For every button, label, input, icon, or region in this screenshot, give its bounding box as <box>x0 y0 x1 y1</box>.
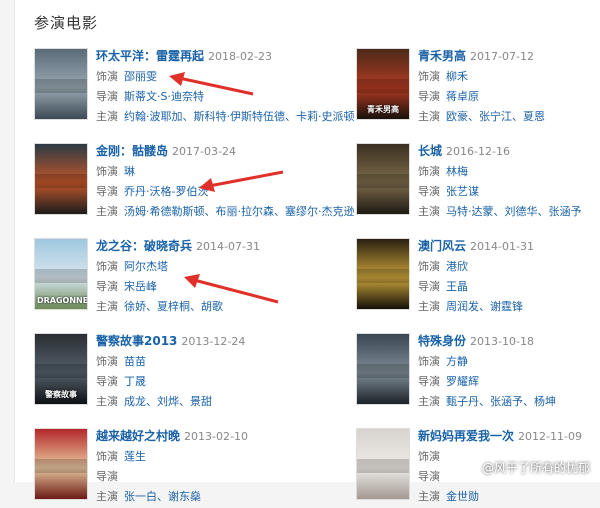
watermark: @风干了所有的忧郁 <box>481 461 590 475</box>
director-value[interactable]: 王晶 <box>446 280 468 293</box>
role-label: 饰演 <box>418 450 440 463</box>
cast-value[interactable]: 周润发、谢霆锋 <box>446 300 523 313</box>
role-value[interactable]: 邵丽雯 <box>124 70 157 83</box>
film-title[interactable]: 特殊身份 <box>418 334 466 348</box>
role-value[interactable]: 港欣 <box>446 260 468 273</box>
red-arrow-2 <box>199 170 284 192</box>
role-value[interactable]: 阿尔杰塔 <box>124 260 168 273</box>
film-poster[interactable] <box>356 333 410 405</box>
poster-text: 青禾男高 <box>367 105 399 114</box>
film-poster[interactable] <box>34 428 88 500</box>
cast-value[interactable]: 欧豪、张宁江、夏恩 <box>446 110 545 123</box>
film-card[interactable]: 长城 2016-12-16 饰演 林梅 导演 张艺谋 主演 马特·达蒙、刘德华、张涵予 <box>356 143 600 223</box>
director-label: 导演 <box>96 90 118 103</box>
film-poster[interactable] <box>34 48 88 120</box>
role-label: 饰演 <box>96 450 118 463</box>
director-label: 导演 <box>96 470 118 483</box>
role-value[interactable]: 莲生 <box>124 450 146 463</box>
cast-label: 主演 <box>96 490 118 503</box>
cast-label: 主演 <box>418 490 440 503</box>
cast-label: 主演 <box>418 395 440 408</box>
red-arrow-1 <box>169 72 254 96</box>
cast-value[interactable]: 汤姆·希德勒斯顿、布丽·拉尔森、塞缪尔·杰克逊 <box>124 205 355 218</box>
film-title[interactable]: 澳门风云 <box>418 239 466 253</box>
role-label: 饰演 <box>418 355 440 368</box>
director-label: 导演 <box>96 185 118 198</box>
film-poster[interactable]: 警察故事 <box>34 333 88 405</box>
director-label: 导演 <box>418 375 440 388</box>
red-arrow-3 <box>184 274 279 304</box>
cast-value[interactable]: 马特·达蒙、刘德华、张涵予 <box>446 205 582 218</box>
film-title[interactable]: 警察故事2013 <box>96 334 177 348</box>
cast-label: 主演 <box>418 300 440 313</box>
director-label: 导演 <box>96 280 118 293</box>
cast-label: 主演 <box>418 110 440 123</box>
poster-text: DRAGONNEST <box>37 296 88 305</box>
film-date: 2016-12-16 <box>446 145 510 158</box>
film-card[interactable]: 越来越好之村晚 2013-02-10 饰演 莲生 导演主演 张一白、谢东燊 <box>34 428 304 508</box>
film-date: 2018-02-23 <box>208 50 272 63</box>
role-value[interactable]: 琳 <box>124 165 135 178</box>
cast-label: 主演 <box>96 110 118 123</box>
film-card[interactable]: 警察故事 警察故事2013 2013-12-24 饰演 苗苗 导演 丁晟 主演 成龙、刘烨、景甜 <box>34 333 304 413</box>
film-poster[interactable] <box>34 143 88 215</box>
film-title[interactable]: 环太平洋：雷霆再起 <box>96 49 204 63</box>
film-title[interactable]: 龙之谷：破晓奇兵 <box>96 239 192 253</box>
director-value[interactable]: 罗耀辉 <box>446 375 479 388</box>
film-date: 2014-01-31 <box>470 240 534 253</box>
director-value[interactable]: 丁晟 <box>124 375 146 388</box>
cast-label: 主演 <box>96 395 118 408</box>
cast-value[interactable]: 甄子丹、张涵予、杨坤 <box>446 395 556 408</box>
film-date: 2013-02-10 <box>184 430 248 443</box>
film-poster[interactable]: 青禾男高 <box>356 48 410 120</box>
director-label: 导演 <box>418 185 440 198</box>
role-value[interactable]: 方静 <box>446 355 468 368</box>
film-poster[interactable] <box>356 428 410 500</box>
film-poster[interactable] <box>356 143 410 215</box>
role-label: 饰演 <box>418 165 440 178</box>
role-label: 饰演 <box>96 165 118 178</box>
cast-value[interactable]: 成龙、刘烨、景甜 <box>124 395 212 408</box>
film-date: 2017-07-12 <box>470 50 534 63</box>
director-value[interactable]: 蒋卓原 <box>446 90 479 103</box>
film-title[interactable]: 新妈妈再爱我一次 <box>418 429 514 443</box>
role-label: 饰演 <box>96 260 118 273</box>
film-date: 2017-03-24 <box>172 145 236 158</box>
director-label: 导演 <box>418 90 440 103</box>
film-title[interactable]: 金刚：骷髅岛 <box>96 144 168 158</box>
role-label: 饰演 <box>418 260 440 273</box>
director-label: 导演 <box>96 375 118 388</box>
film-date: 2012-11-09 <box>518 430 582 443</box>
director-value[interactable]: 宋岳峰 <box>124 280 157 293</box>
film-card[interactable]: 特殊身份 2013-10-18 饰演 方静 导演 罗耀辉 主演 甄子丹、张涵予、杨坤 <box>356 333 600 413</box>
section-title: 参演电影 <box>34 14 99 32</box>
film-poster[interactable]: DRAGONNEST <box>34 238 88 310</box>
film-title[interactable]: 青禾男高 <box>418 49 466 63</box>
role-label: 饰演 <box>96 355 118 368</box>
role-value[interactable]: 柳禾 <box>446 70 468 83</box>
director-label: 导演 <box>418 470 440 483</box>
cast-value[interactable]: 张一白、谢东燊 <box>124 490 201 503</box>
role-value[interactable]: 苗苗 <box>124 355 146 368</box>
film-card[interactable]: 青禾男高 青禾男高 2017-07-12 饰演 柳禾 导演 蒋卓原 主演 欧豪、张宁江、夏恩 <box>356 48 600 128</box>
film-date: 2013-10-18 <box>470 335 534 348</box>
film-title[interactable]: 越来越好之村晚 <box>96 429 180 443</box>
cast-label: 主演 <box>96 205 118 218</box>
director-label: 导演 <box>418 280 440 293</box>
film-date: 2013-12-24 <box>181 335 246 348</box>
film-date: 2014-07-31 <box>196 240 260 253</box>
cast-label: 主演 <box>96 300 118 313</box>
cast-label: 主演 <box>418 205 440 218</box>
film-poster[interactable] <box>356 238 410 310</box>
film-title[interactable]: 长城 <box>418 144 442 158</box>
director-value[interactable]: 张艺谋 <box>446 185 479 198</box>
role-value[interactable]: 林梅 <box>446 165 468 178</box>
cast-value[interactable]: 约翰·波耶加、斯科特·伊斯特伍德、卡莉·史派顿 <box>124 110 355 123</box>
poster-text: 警察故事 <box>45 390 77 399</box>
role-label: 饰演 <box>418 70 440 83</box>
cast-value[interactable]: 金世勋 <box>446 490 479 503</box>
role-label: 饰演 <box>96 70 118 83</box>
film-card[interactable]: 澳门风云 2014-01-31 饰演 港欣 导演 王晶 主演 周润发、谢霆锋 <box>356 238 600 318</box>
